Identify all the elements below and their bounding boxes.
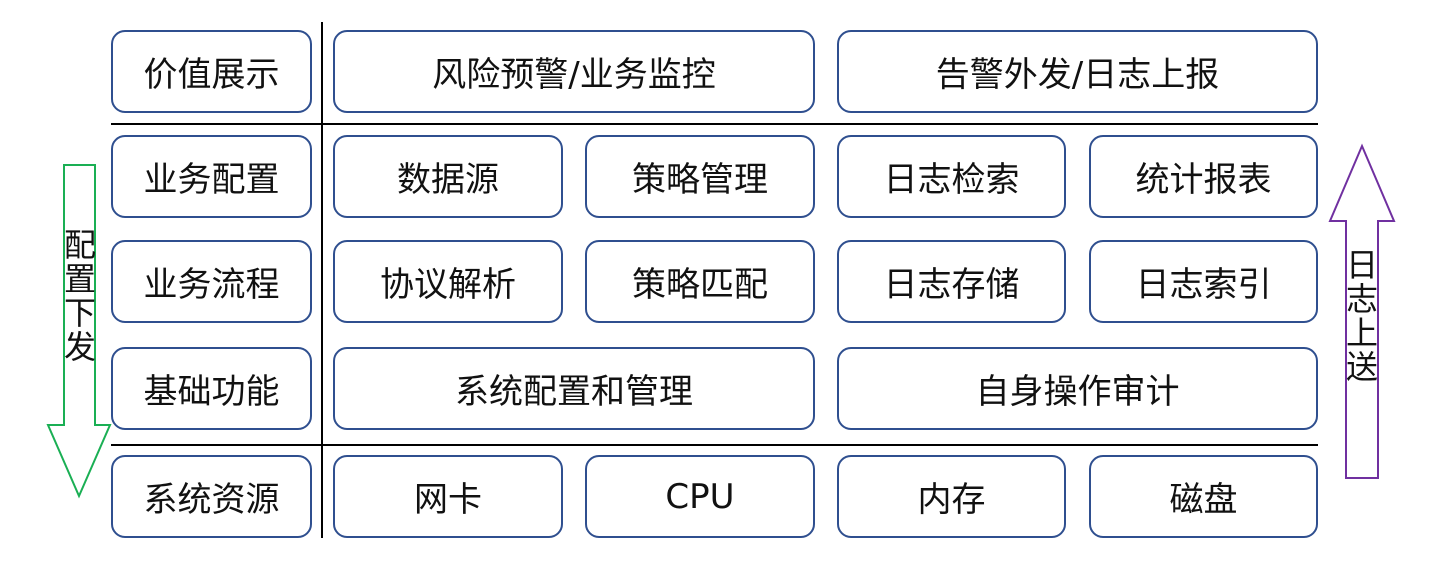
config-down-label: 配置下发 [63,226,96,366]
divider-top [111,123,1318,125]
box-log-search: 日志检索 [837,135,1066,218]
vertical-divider [321,22,323,538]
row-label-value: 价值展示 [111,30,312,113]
architecture-diagram: 配置下发 日志上送 价值展示 风险预警/业务监控 告警外发/日志上报 业务配置 … [0,0,1445,572]
divider-bottom [111,444,1318,446]
box-stats-report: 统计报表 [1089,135,1318,218]
row-label-base-function: 基础功能 [111,347,312,430]
box-memory: 内存 [837,455,1066,538]
row-label-business-flow: 业务流程 [111,240,312,323]
row-label-business-config: 业务配置 [111,135,312,218]
box-disk: 磁盘 [1089,455,1318,538]
box-protocol-parse: 协议解析 [333,240,563,323]
row-label-system-resource: 系统资源 [111,455,312,538]
box-self-audit: 自身操作审计 [837,347,1318,430]
box-system-config: 系统配置和管理 [333,347,815,430]
box-alert-report: 告警外发/日志上报 [837,30,1318,113]
log-up-label: 日志上送 [1345,246,1378,386]
box-cpu: CPU [585,455,815,538]
box-nic: 网卡 [333,455,563,538]
box-policy-match: 策略匹配 [585,240,815,323]
box-data-source: 数据源 [333,135,563,218]
box-policy-mgmt: 策略管理 [585,135,815,218]
box-log-index: 日志索引 [1089,240,1318,323]
box-risk-monitor: 风险预警/业务监控 [333,30,815,113]
box-log-storage: 日志存储 [837,240,1066,323]
